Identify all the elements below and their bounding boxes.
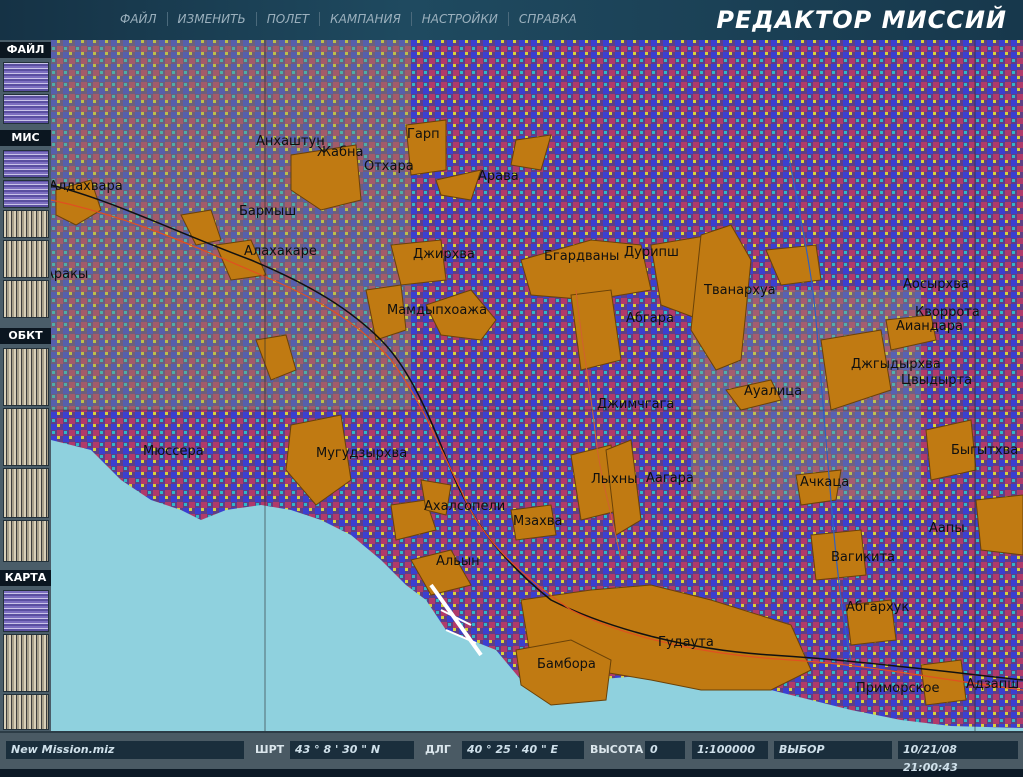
mission-tool-1-button[interactable] [3, 150, 49, 178]
city-label: Лыхны [591, 472, 638, 487]
open-mission-button[interactable] [3, 94, 49, 124]
city-label: Джимчгага [597, 397, 675, 412]
object-tool-1-button[interactable] [3, 348, 49, 406]
city-label: Приморское [856, 681, 940, 696]
menu-edit[interactable]: ИЗМЕНИТЬ [168, 12, 257, 26]
city-label: Аагара [646, 471, 694, 486]
left-toolbar: ФАЙЛ МИС ОБКТ КАРТА [0, 40, 53, 731]
map-tool-1-button[interactable] [3, 590, 49, 632]
section-mission-label: МИС [0, 130, 51, 146]
city-label: Ауалица [744, 384, 803, 399]
city-label: Альын [436, 554, 480, 569]
menu-bar: ФАЙЛ ИЗМЕНИТЬ ПОЛЕТ КАМПАНИЯ НАСТРОЙКИ С… [0, 0, 1023, 41]
menu-settings[interactable]: НАСТРОЙКИ [412, 12, 509, 26]
city-label: Абгара [626, 311, 674, 326]
city-label: Аосырхва [903, 277, 969, 292]
city-label: Мзахва [513, 514, 563, 529]
map-tool-3-button[interactable] [3, 694, 49, 730]
map-graphics [51, 40, 1023, 731]
city-label: Алдахвара [51, 179, 123, 194]
city-label: Арава [478, 169, 519, 184]
city-label: Мамдыпхоажа [387, 303, 488, 318]
edit-mode-field[interactable]: ВЫБОР [774, 741, 892, 759]
section-object-label: ОБКТ [0, 328, 51, 344]
city-label: Анхаштун [256, 134, 325, 149]
menu-help[interactable]: СПРАВКА [509, 12, 587, 26]
mission-tool-5-button[interactable] [3, 280, 49, 318]
city-label: Абгархук [846, 600, 910, 615]
mission-tool-4-button[interactable] [3, 240, 49, 278]
section-file-label: ФАЙЛ [0, 42, 51, 58]
city-label: Джирхва [413, 247, 475, 262]
menu-campaign[interactable]: КАМПАНИЯ [320, 12, 412, 26]
city-label: Ахалсопели [424, 499, 506, 514]
city-label: Бармыш [239, 204, 297, 219]
city-label: Аракы [51, 267, 89, 282]
menu-flight[interactable]: ПОЛЕТ [257, 12, 321, 26]
menu-file[interactable]: ФАЙЛ [110, 12, 168, 26]
city-label: Жабна [317, 145, 364, 160]
city-label: Аапы [929, 521, 965, 536]
city-label: Кворрота [915, 305, 980, 320]
longitude-label: ДЛГ [425, 743, 451, 756]
city-label: Бгардваны [544, 249, 620, 264]
city-label: Мюссера [143, 444, 204, 459]
city-label: Джгыдырхва [851, 357, 941, 372]
app-title: РЕДАКТОР МИССИЙ [716, 6, 1007, 34]
mission-tool-2-button[interactable] [3, 180, 49, 208]
city-label: Гарп [407, 127, 440, 142]
city-label: Аиандара [896, 319, 963, 334]
datetime-field: 10/21/08 21:00:43 [898, 741, 1018, 774]
section-map-label: КАРТА [0, 570, 51, 586]
status-bar: New Mission.miz ШРТ 43 ° 8 ' 30 " N ДЛГ … [0, 731, 1023, 774]
object-tool-4-button[interactable] [3, 520, 49, 562]
map-tool-2-button[interactable] [3, 634, 49, 692]
map-scale-field[interactable]: 1:100000 [692, 741, 768, 759]
object-tool-2-button[interactable] [3, 408, 49, 466]
altitude-label: ВЫСОТА [590, 743, 644, 756]
city-label: Вагикита [831, 550, 896, 565]
city-label: Мугудзырхва [316, 446, 408, 461]
city-label: Адзапш [966, 677, 1020, 692]
city-label: Ачкаца [800, 475, 850, 490]
main-menu: ФАЙЛ ИЗМЕНИТЬ ПОЛЕТ КАМПАНИЯ НАСТРОЙКИ С… [110, 12, 587, 26]
map-view[interactable]: Анхаштун Жабна Отхара Гарп Арава Алдахва… [51, 40, 1023, 731]
city-label: Дурипш [624, 245, 679, 260]
city-label: Бамбора [537, 657, 596, 672]
city-label: Тванархуа [704, 283, 776, 298]
city-label: Алахакаре [244, 244, 317, 259]
city-label: Быгытхва [951, 443, 1019, 458]
new-mission-button[interactable] [3, 62, 49, 92]
city-label: Цвыдырта [901, 373, 973, 388]
latitude-label: ШРТ [255, 743, 285, 756]
altitude-value: 0 [645, 741, 685, 759]
mission-tool-3-button[interactable] [3, 210, 49, 238]
object-tool-3-button[interactable] [3, 468, 49, 518]
city-label: Отхара [364, 159, 414, 174]
latitude-value: 43 ° 8 ' 30 " N [290, 741, 414, 759]
longitude-value: 40 ° 25 ' 40 " E [462, 741, 584, 759]
file-name-field: New Mission.miz [6, 741, 244, 759]
city-label: Гудаута [658, 635, 714, 650]
